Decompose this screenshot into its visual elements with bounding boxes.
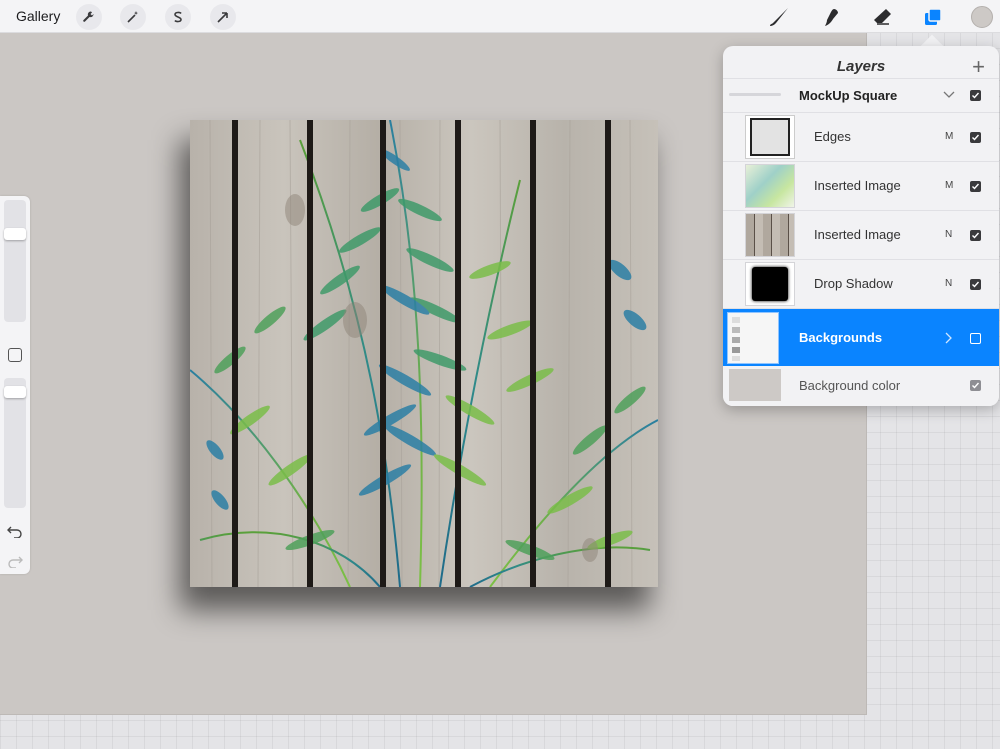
top-toolbar: Gallery [0,0,1000,33]
layer-visibility-checkbox[interactable] [970,230,981,241]
background-color-swatch [729,369,781,401]
layers-title: Layers [836,58,886,75]
layer-name: Inserted Image [814,227,901,242]
layer-row[interactable]: Drop Shadow N [723,259,999,308]
layer-thumbnail [745,164,795,208]
undo-icon[interactable] [7,524,23,538]
layer-visibility-checkbox[interactable] [970,132,981,143]
group-indicator [729,93,781,96]
layers-panel: Layers + MockUp Square Edges M Inserted … [723,46,999,406]
background-color-row[interactable]: Background color [723,366,999,406]
group-visibility-checkbox[interactable] [970,333,981,344]
layer-name: Edges [814,129,851,144]
layer-row[interactable]: Inserted Image N [723,210,999,259]
plank-gap [307,120,313,587]
modify-button[interactable] [8,348,22,362]
layer-thumbnail [745,262,795,306]
layers-icon[interactable] [920,4,946,30]
artwork-canvas[interactable] [190,120,658,587]
layer-row[interactable]: Inserted Image M [723,161,999,210]
layer-visibility-checkbox[interactable] [970,279,981,290]
chevron-down-icon[interactable] [943,91,955,99]
blend-mode[interactable]: N [945,278,952,289]
gallery-button[interactable]: Gallery [16,8,60,24]
layer-group-backgrounds-row[interactable]: Backgrounds [723,308,999,366]
magic-wand-icon[interactable] [120,4,146,30]
chevron-right-icon[interactable] [945,332,953,344]
selection-s-icon[interactable] [165,4,191,30]
layer-thumbnail [745,115,795,159]
layer-name: Inserted Image [814,178,901,193]
artwork-image [190,120,658,587]
layer-group-row[interactable]: MockUp Square [723,78,999,112]
add-layer-button[interactable]: + [972,54,985,80]
layer-name: Drop Shadow [814,276,893,291]
layer-visibility-checkbox[interactable] [970,181,981,192]
plank-gap [605,120,611,587]
color-picker[interactable] [971,6,993,28]
smudge-icon[interactable] [818,4,844,30]
blend-mode[interactable]: N [945,229,952,240]
layer-row[interactable]: Edges M [723,112,999,161]
redo-icon[interactable] [7,554,23,568]
left-sidebar [0,196,30,574]
brush-size-slider[interactable] [4,200,26,322]
blend-mode[interactable]: M [945,180,953,191]
plank-gap [380,120,386,587]
plank-gap [530,120,536,587]
wrench-icon[interactable] [76,4,102,30]
opacity-slider[interactable] [4,378,26,508]
eraser-icon[interactable] [869,4,895,30]
brush-icon[interactable] [766,4,792,30]
group-name: Backgrounds [799,330,883,345]
opacity-thumb[interactable] [4,386,26,398]
group-name: MockUp Square [799,88,898,103]
layer-thumbnail [745,213,795,257]
background-color-label: Background color [799,378,901,393]
background-visibility-checkbox[interactable] [970,380,981,391]
group-visibility-checkbox[interactable] [970,90,981,101]
brush-size-thumb[interactable] [4,228,26,240]
group-thumbnail [727,312,779,364]
arrow-cursor-icon[interactable] [210,4,236,30]
blend-mode[interactable]: M [945,131,953,142]
plank-gap [455,120,461,587]
plank-gap [232,120,238,587]
